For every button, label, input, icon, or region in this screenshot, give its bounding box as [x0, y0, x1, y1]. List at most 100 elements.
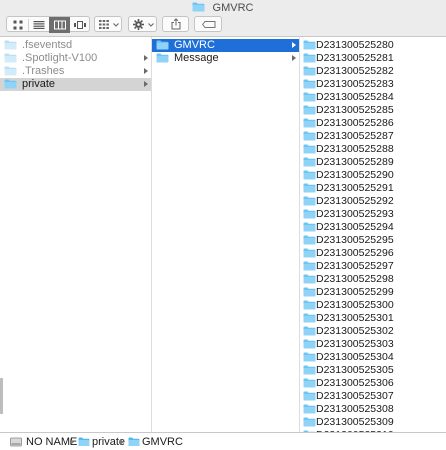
column-3-item[interactable]: D231300525292 — [300, 195, 446, 208]
folder-icon — [4, 79, 17, 89]
column-3-item[interactable]: D231300525303 — [300, 338, 446, 351]
column-3[interactable]: D231300525280 D231300525281 D231300525282 D… — [300, 37, 446, 432]
chevron-down-icon — [148, 23, 154, 27]
folder-icon — [303, 378, 316, 388]
column-3-item[interactable]: D231300525290 — [300, 169, 446, 182]
folder-label: D231300525290 — [316, 169, 394, 181]
column-3-item[interactable]: D231300525287 — [300, 130, 446, 143]
folder-label: D231300525298 — [316, 273, 394, 285]
folder-icon — [303, 209, 316, 219]
column-3-item[interactable]: D231300525300 — [300, 299, 446, 312]
path-separator — [120, 439, 124, 445]
column-2-item[interactable]: GMVRC — [152, 39, 299, 52]
column-3-item[interactable]: D231300525304 — [300, 351, 446, 364]
column-3-item[interactable]: D231300525291 — [300, 182, 446, 195]
share-button[interactable] — [162, 16, 189, 32]
column-3-item[interactable]: D231300525281 — [300, 52, 446, 65]
column-3-item[interactable]: D231300525280 — [300, 39, 446, 52]
folder-icon — [303, 417, 316, 427]
column-3-item[interactable]: D231300525302 — [300, 325, 446, 338]
column-2[interactable]: GMVRC Message — [152, 37, 300, 432]
column-3-item[interactable]: D231300525284 — [300, 91, 446, 104]
folder-label: D231300525291 — [316, 182, 394, 194]
column-2-item[interactable]: Message — [152, 52, 299, 65]
folder-label: D231300525297 — [316, 260, 394, 272]
folder-icon — [156, 40, 169, 50]
column-3-item[interactable]: D231300525283 — [300, 78, 446, 91]
column-3-item[interactable]: D231300525289 — [300, 156, 446, 169]
folder-label: D231300525294 — [316, 221, 394, 233]
column-1-item[interactable]: .Spotlight-V100 — [0, 52, 151, 65]
column-1-item[interactable]: .fseventsd — [0, 39, 151, 52]
column-view-button[interactable] — [49, 17, 70, 33]
folder-label: Message — [174, 52, 219, 64]
folder-label: private — [22, 78, 56, 90]
column-3-item[interactable]: D231300525286 — [300, 117, 446, 130]
tag-button[interactable] — [194, 16, 222, 32]
folder-label: D231300525293 — [316, 208, 394, 220]
folder-icon — [303, 300, 316, 310]
folder-icon — [303, 326, 316, 336]
path-crumb-private[interactable]: private — [78, 436, 125, 448]
folder-icon — [4, 40, 17, 50]
folder-label: D231300525282 — [316, 65, 394, 77]
column-3-item[interactable]: D231300525306 — [300, 377, 446, 390]
cover-flow-view-button[interactable] — [70, 17, 90, 33]
drive-icon — [10, 437, 22, 447]
column-1-item[interactable]: .Trashes — [0, 65, 151, 78]
column-3-item[interactable]: D231300525295 — [300, 234, 446, 247]
folder-icon — [303, 235, 316, 245]
folder-icon — [303, 53, 316, 63]
folder-label: D231300525289 — [316, 156, 394, 168]
column-3-item[interactable]: D231300525301 — [300, 312, 446, 325]
folder-icon — [303, 274, 316, 284]
path-crumb-gmvrc[interactable]: GMVRC — [128, 436, 183, 448]
icon-view-button[interactable] — [7, 17, 28, 33]
folder-label: D231300525306 — [316, 377, 394, 389]
column-1[interactable]: .fseventsd .Spotlight-V100 .Trashes private — [0, 37, 152, 432]
column-3-item[interactable]: D231300525307 — [300, 390, 446, 403]
list-view-button[interactable] — [28, 17, 49, 33]
column-3-item[interactable]: D231300525299 — [300, 286, 446, 299]
folder-label: D231300525281 — [316, 52, 394, 64]
column-3-item[interactable]: D231300525282 — [300, 65, 446, 78]
column-3-item[interactable]: D231300525308 — [300, 403, 446, 416]
folder-icon — [303, 170, 316, 180]
column-3-item[interactable]: D231300525305 — [300, 364, 446, 377]
column-3-item[interactable]: D231300525285 — [300, 104, 446, 117]
finder-window: GMVRC .fseventsd .Spotlight-V100 .Trashe… — [0, 0, 446, 450]
folder-icon — [78, 437, 90, 446]
resize-handle[interactable] — [0, 378, 3, 414]
folder-icon — [4, 66, 17, 76]
folder-icon — [303, 261, 316, 271]
icon-view-icon — [13, 20, 22, 30]
folder-icon — [128, 437, 140, 446]
folder-label: GMVRC — [174, 39, 215, 51]
folder-icon — [156, 53, 169, 63]
column-browser: .fseventsd .Spotlight-V100 .Trashes private… — [0, 37, 446, 432]
folder-icon — [303, 79, 316, 89]
folder-label: D231300525287 — [316, 130, 394, 142]
folder-icon — [303, 391, 316, 401]
column-3-item[interactable]: D231300525293 — [300, 208, 446, 221]
folder-icon — [303, 196, 316, 206]
list-view-icon — [33, 21, 44, 29]
action-button[interactable] — [128, 16, 157, 32]
column-3-item[interactable]: D231300525298 — [300, 273, 446, 286]
folder-label: .Spotlight-V100 — [22, 52, 98, 64]
folder-label: D231300525286 — [316, 117, 394, 129]
path-crumb-drive[interactable]: NO NAME — [10, 436, 77, 448]
chevron-right-icon — [144, 68, 148, 74]
folder-label: D231300525303 — [316, 338, 394, 350]
column-3-item[interactable]: D231300525297 — [300, 260, 446, 273]
title-bar[interactable]: GMVRC — [0, 0, 446, 16]
toolbar — [0, 16, 446, 37]
column-3-item[interactable]: D231300525288 — [300, 143, 446, 156]
column-3-item[interactable]: D231300525296 — [300, 247, 446, 260]
column-3-item[interactable]: D231300525294 — [300, 221, 446, 234]
arrange-grid-icon — [99, 20, 109, 29]
column-1-item[interactable]: private — [0, 78, 151, 91]
arrange-button[interactable] — [94, 16, 122, 32]
folder-label: .fseventsd — [22, 39, 73, 51]
column-3-item[interactable]: D231300525309 — [300, 416, 446, 429]
